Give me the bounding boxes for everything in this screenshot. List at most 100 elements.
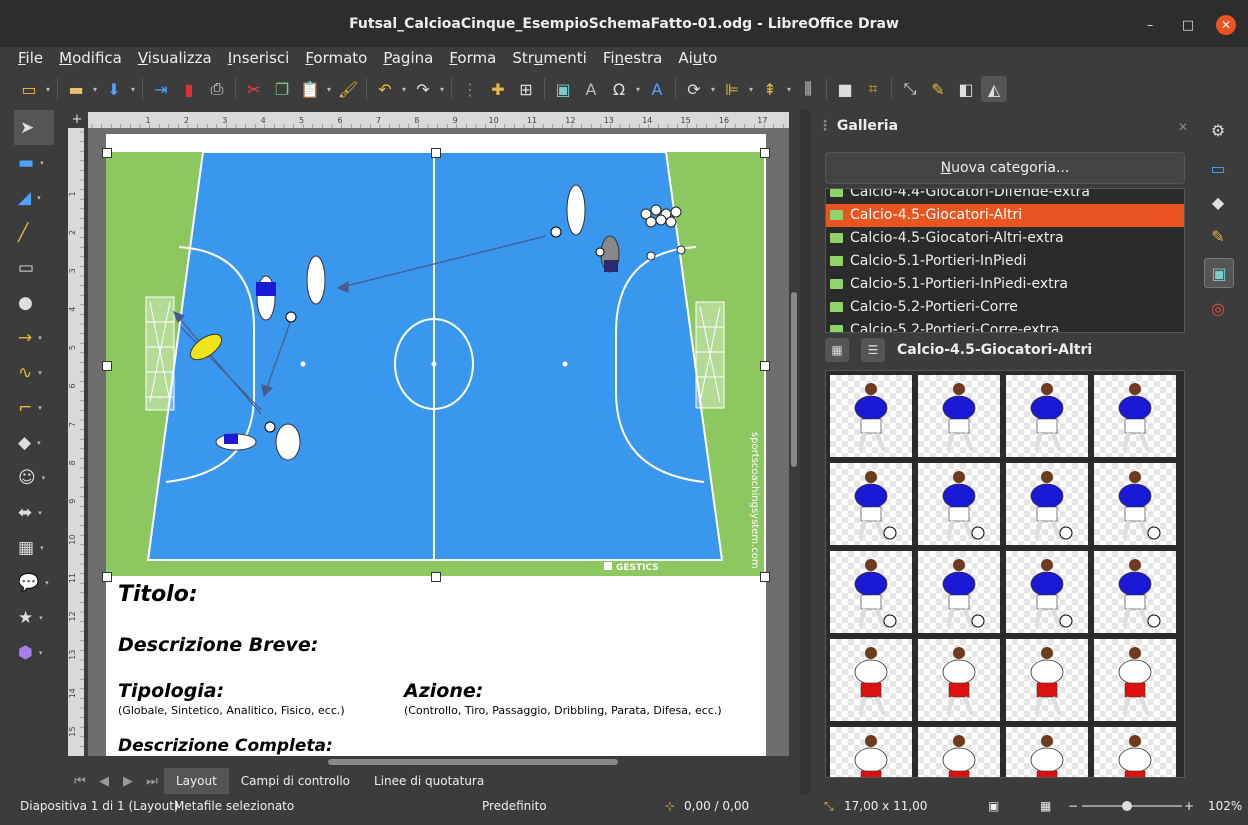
sidebar-shapes-icon[interactable]: ✎ <box>1204 222 1232 250</box>
line-color-icon[interactable]: ▬ ▾ <box>10 145 60 180</box>
gallery-thumbnail[interactable] <box>918 463 1000 545</box>
close-button[interactable]: ✕ <box>1216 15 1236 35</box>
gallery-thumbnail[interactable] <box>1094 727 1176 777</box>
undo-icon[interactable]: ↶ <box>372 76 398 102</box>
stars-icon[interactable]: ★ ▾ <box>10 600 60 635</box>
grid-icon[interactable]: ⋮ <box>457 76 483 102</box>
gallery-thumbnail[interactable] <box>1094 639 1176 721</box>
copy-icon[interactable]: ❐ <box>269 76 295 102</box>
gallery-thumbnail[interactable] <box>918 727 1000 777</box>
menu-pagina[interactable]: Pagina <box>375 49 441 67</box>
selection-handle[interactable] <box>102 572 112 582</box>
gallery-thumbnail[interactable] <box>830 463 912 545</box>
gallery-thumbnail[interactable] <box>1094 375 1176 457</box>
glue-points-icon[interactable]: ✎ <box>925 76 951 102</box>
tab-dimension-lines[interactable]: Linee di quotatura <box>362 768 496 794</box>
redo-icon[interactable]: ↷ <box>410 76 436 102</box>
selection-handle[interactable] <box>431 572 441 582</box>
menu-inserisci[interactable]: Inserisci <box>220 49 298 67</box>
symbol-shapes-icon[interactable]: ☺ ▾ <box>10 460 60 495</box>
select-arrow-icon[interactable]: ➤ <box>14 110 54 145</box>
distribute-icon[interactable]: ⫼ <box>795 76 821 102</box>
vertical-scrollbar[interactable] <box>789 112 799 757</box>
selection-handle[interactable] <box>760 572 770 582</box>
tab-controls[interactable]: Campi di controllo <box>229 768 362 794</box>
gallery-thumbnail[interactable] <box>918 375 1000 457</box>
first-tab-icon[interactable]: ⏮ <box>68 774 92 789</box>
minimize-button[interactable]: – <box>1140 15 1160 35</box>
toggle-extrusion-icon[interactable]: ◧ <box>953 76 979 102</box>
category-item[interactable]: Calcio-4.5-Giocatori-Altri <box>826 204 1184 227</box>
category-list[interactable]: Calcio-4.4-Giocatori-Difende-extra Calcio… <box>825 188 1185 333</box>
zoom-out-button[interactable]: − <box>1068 799 1078 813</box>
clone-formatting-icon[interactable]: 🖌 <box>335 76 361 102</box>
menu-aiuto[interactable]: Aiuto <box>670 49 725 67</box>
gallery-thumbnail[interactable] <box>830 727 912 777</box>
gallery-thumbnail[interactable] <box>918 551 1000 633</box>
zoom-in-button[interactable]: + <box>1184 799 1194 813</box>
selection-handle[interactable] <box>431 148 441 158</box>
insert-textbox-icon[interactable]: A <box>578 76 604 102</box>
sidebar-properties-icon[interactable]: ▭ <box>1204 154 1232 182</box>
ellipse-tool-icon[interactable]: ● <box>10 285 60 320</box>
sidebar-gallery-icon[interactable]: ▣ <box>1204 258 1234 288</box>
horizontal-ruler[interactable]: 1 2 3 4 5 6 7 8 9 10 11 12 13 14 15 16 17 <box>88 112 790 128</box>
lines-arrows-icon[interactable]: → ▾ <box>10 320 60 355</box>
category-item[interactable]: Calcio-5.2-Portieri-Corre <box>826 296 1184 319</box>
sidebar-settings-icon[interactable]: ⚙ <box>1204 116 1232 144</box>
menu-file[interactable]: File <box>10 49 51 67</box>
scrollbar-thumb[interactable] <box>328 759 618 765</box>
zoom-pan-icon[interactable]: ⊞ <box>513 76 539 102</box>
insert-image-icon[interactable]: ▣ <box>550 76 576 102</box>
special-character-icon[interactable]: Ω <box>606 76 632 102</box>
align-icon[interactable]: ⊫ <box>719 76 745 102</box>
3d-objects-icon[interactable]: ⬢ ▾ <box>10 635 60 670</box>
drawing-canvas[interactable]: sportscoachingsystem.com GESTICS Titolo:… <box>88 128 789 756</box>
export-icon[interactable]: ⇥ <box>148 76 174 102</box>
basic-shapes-icon[interactable]: ◆ ▾ <box>10 425 60 460</box>
category-item[interactable]: Calcio-4.4-Giocatori-Difende-extra <box>826 189 1184 204</box>
category-item[interactable]: Calcio-4.5-Giocatori-Altri-extra <box>826 227 1184 250</box>
arrange-icon[interactable]: ⇞ <box>757 76 783 102</box>
category-item[interactable]: Calcio-5.1-Portieri-InPiedi <box>826 250 1184 273</box>
close-icon[interactable]: ✕ <box>1178 120 1188 134</box>
master-page-status[interactable]: Predefinito <box>482 799 547 813</box>
print-icon[interactable]: ⎙ <box>204 76 230 102</box>
detail-view-icon[interactable]: ☰ <box>861 338 885 362</box>
fill-color-icon[interactable]: ◢ ▾ <box>10 180 60 215</box>
rectangle-tool-icon[interactable]: ▭ <box>10 250 60 285</box>
menu-formato[interactable]: Formato <box>297 49 375 67</box>
cut-icon[interactable]: ✂ <box>241 76 267 102</box>
new-document-icon[interactable]: ▭ <box>16 76 42 102</box>
last-tab-icon[interactable]: ⏭ <box>140 774 164 789</box>
shadow-icon[interactable]: ■ <box>832 76 858 102</box>
selection-handle[interactable] <box>102 148 112 158</box>
category-item[interactable]: Calcio-5.1-Portieri-InPiedi-extra <box>826 273 1184 296</box>
category-item[interactable]: Calcio-5.2-Portieri-Corre-extra <box>826 319 1184 332</box>
open-folder-icon[interactable]: ▬ <box>63 76 89 102</box>
selection-handle[interactable] <box>760 148 770 158</box>
gallery-thumbnail[interactable] <box>1006 639 1088 721</box>
icon-view-icon[interactable]: ▦ <box>825 338 849 362</box>
line-tool-icon[interactable]: ╱ <box>10 215 60 250</box>
menu-finestra[interactable]: Finestra <box>595 49 671 67</box>
points-icon[interactable]: ⤡ <box>897 76 923 102</box>
gallery-thumbnail[interactable] <box>1006 727 1088 777</box>
transformations-icon[interactable]: ⟳ <box>681 76 707 102</box>
tab-layout[interactable]: Layout <box>164 768 229 794</box>
selection-handle[interactable] <box>102 361 112 371</box>
gallery-thumbnail[interactable] <box>1006 375 1088 457</box>
flowchart-icon[interactable]: ▦ ▾ <box>10 530 60 565</box>
sidebar-styles-icon[interactable]: ◆ <box>1204 188 1232 216</box>
gallery-thumbnail[interactable] <box>1006 463 1088 545</box>
menu-modifica[interactable]: Modifica <box>51 49 130 67</box>
crop-icon[interactable]: ⌗ <box>860 76 886 102</box>
new-category-button[interactable]: Nuova categoria... <box>825 152 1185 184</box>
gallery-thumbnail[interactable] <box>830 375 912 457</box>
show-draw-functions-icon[interactable]: ◭ <box>981 76 1007 102</box>
menu-forma[interactable]: Forma <box>441 49 504 67</box>
vertical-ruler[interactable]: 123456789101112131415 <box>68 128 84 756</box>
zoom-level[interactable]: 102% <box>1208 799 1242 813</box>
menu-visualizza[interactable]: Visualizza <box>130 49 220 67</box>
gallery-thumbnail[interactable] <box>830 639 912 721</box>
